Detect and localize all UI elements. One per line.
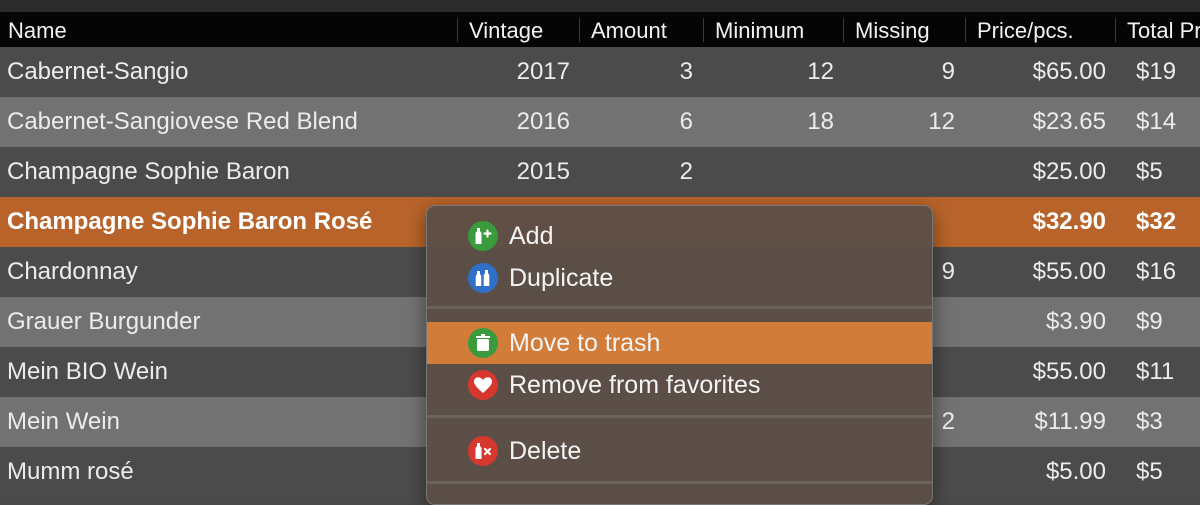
- table-row[interactable]: Cabernet-Sangiovese Red Blend 2016 6 18 12 $2…: [0, 97, 1200, 147]
- menu-item-label: Add: [509, 222, 554, 250]
- column-divider[interactable]: [843, 18, 844, 42]
- name-cell: Mein Wein: [7, 408, 120, 435]
- menu-item-label: Delete: [509, 437, 582, 465]
- missing-cell: 12: [928, 108, 955, 135]
- total-price-cell: $5: [1136, 458, 1163, 485]
- total-price-cell: $19: [1136, 58, 1177, 85]
- column-header-missing[interactable]: Missing: [847, 12, 965, 47]
- heart-icon: [468, 370, 498, 400]
- name-cell: Chardonnay: [7, 258, 138, 285]
- minimum-cell: 12: [807, 58, 834, 85]
- total-price-cell: $9: [1136, 308, 1163, 335]
- price-cell: $5.00: [1045, 458, 1106, 485]
- duplicate-bottles-icon: [468, 263, 498, 293]
- vintage-cell: 2015: [516, 158, 570, 185]
- column-divider[interactable]: [965, 18, 966, 42]
- menu-separator: [427, 306, 932, 309]
- trash-icon: [468, 328, 498, 358]
- column-divider[interactable]: [1115, 18, 1116, 42]
- menu-item-delete[interactable]: Delete: [427, 430, 932, 472]
- menu-item-label: Move to trash: [509, 329, 661, 357]
- name-cell: Champagne Sophie Baron: [7, 158, 290, 185]
- amount-cell: 3: [679, 58, 693, 85]
- menu-item-move-to-trash[interactable]: Move to trash: [427, 322, 932, 364]
- missing-cell: 9: [941, 258, 955, 285]
- column-divider[interactable]: [703, 18, 704, 42]
- context-menu: Add Duplicate Move to trash Remove from fav…: [426, 205, 933, 505]
- total-price-cell: $3: [1136, 408, 1163, 435]
- price-cell: $3.90: [1045, 308, 1106, 335]
- menu-item-label: Duplicate: [509, 264, 614, 292]
- window-top-strip: [0, 0, 1200, 12]
- price-cell: $25.00: [1032, 158, 1106, 185]
- column-header-total-price[interactable]: Total Pr: [1119, 12, 1200, 47]
- column-header-minimum[interactable]: Minimum: [707, 12, 843, 47]
- name-cell: Grauer Burgunder: [7, 308, 201, 335]
- total-price-cell: $11: [1136, 358, 1175, 385]
- amount-cell: 6: [679, 108, 693, 135]
- total-price-cell: $32: [1136, 208, 1177, 235]
- delete-bottle-icon: [468, 436, 498, 466]
- price-cell: $65.00: [1032, 58, 1106, 85]
- amount-cell: 2: [679, 158, 693, 185]
- missing-cell: 9: [941, 58, 955, 85]
- missing-cell: 2: [941, 408, 955, 435]
- column-header-name[interactable]: Name: [0, 12, 457, 47]
- column-divider[interactable]: [579, 18, 580, 42]
- menu-separator: [427, 415, 932, 418]
- name-cell: Champagne Sophie Baron Rosé: [7, 208, 373, 235]
- name-cell: Mein BIO Wein: [7, 358, 168, 385]
- menu-item-duplicate[interactable]: Duplicate: [427, 257, 932, 299]
- price-cell: $55.00: [1032, 358, 1106, 385]
- name-cell: Mumm rosé: [7, 458, 134, 485]
- table-row[interactable]: Cabernet-Sangio 2017 3 12 9 $65.00 $19: [0, 47, 1200, 97]
- price-cell: $23.65: [1032, 108, 1106, 135]
- column-header-price[interactable]: Price/pcs.: [969, 12, 1115, 47]
- table-header: Name Vintage Amount Minimum Missing Pric…: [0, 12, 1200, 47]
- price-cell: $32.90: [1032, 208, 1106, 235]
- price-cell: $55.00: [1032, 258, 1106, 285]
- column-divider[interactable]: [457, 18, 458, 42]
- menu-separator: [427, 481, 932, 484]
- minimum-cell: 18: [807, 108, 834, 135]
- column-header-amount[interactable]: Amount: [583, 12, 703, 47]
- column-header-vintage[interactable]: Vintage: [461, 12, 579, 47]
- total-price-cell: $14: [1136, 108, 1177, 135]
- total-price-cell: $16: [1136, 258, 1177, 285]
- menu-item-remove-from-favorites[interactable]: Remove from favorites: [427, 364, 932, 406]
- menu-item-add[interactable]: Add: [427, 215, 932, 257]
- total-price-cell: $5: [1136, 158, 1163, 185]
- vintage-cell: 2016: [516, 108, 570, 135]
- price-cell: $11.99: [1034, 408, 1106, 435]
- vintage-cell: 2017: [516, 58, 570, 85]
- add-bottle-icon: [468, 221, 498, 251]
- menu-item-label: Remove from favorites: [509, 371, 761, 399]
- table-row[interactable]: Champagne Sophie Baron 2015 2 $25.00 $5: [0, 147, 1200, 197]
- name-cell: Cabernet-Sangiovese Red Blend: [7, 108, 358, 135]
- name-cell: Cabernet-Sangio: [7, 58, 189, 85]
